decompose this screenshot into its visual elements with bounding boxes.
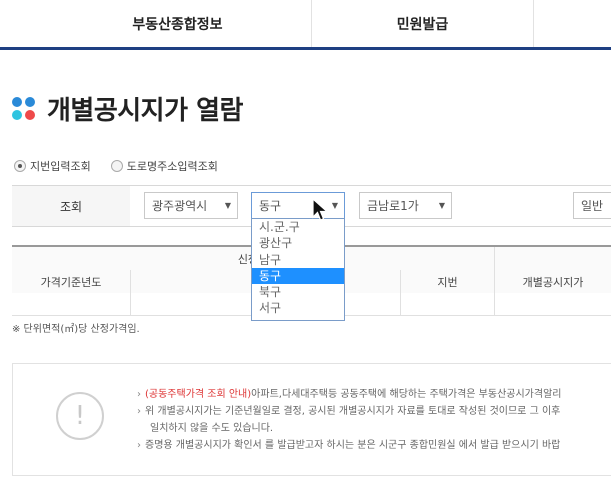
bullet-icon: › (137, 440, 141, 451)
exclamation-icon: ! (56, 392, 104, 440)
dropdown-option[interactable]: 광산구 (252, 235, 344, 251)
dong-select[interactable]: 금남로1가 ▼ (359, 192, 452, 219)
notice-box: ! › (공동주택가격 조회 안내)아파트,다세대주택등 공동주택에 해당하는 주… (12, 363, 611, 476)
table-group-header-right (494, 247, 611, 270)
table-cell (494, 293, 611, 316)
notice-line-2: 위 개별공시지가는 기준년월일로 결정, 공시된 개별공시지가 자료를 토대로 … (145, 406, 561, 417)
dropdown-option[interactable]: 북구 (252, 284, 344, 300)
col-header-lot: 지번 (400, 270, 494, 293)
unit-footnote: ※ 단위면적(㎡)당 산정가격임. (12, 324, 140, 335)
apartment-price-link[interactable]: (공동주택가격 조회 안내) (145, 389, 251, 400)
mouse-cursor-icon (312, 198, 329, 221)
dropdown-option[interactable]: 서구 (252, 300, 344, 316)
search-label: 조회 (12, 186, 130, 226)
city-select[interactable]: 광주광역시 ▼ (144, 192, 238, 219)
dropdown-option-selected[interactable]: 동구 (252, 267, 344, 285)
district-dropdown-list: 시.군.구 광산구 남구 동구 북구 서구 (251, 218, 345, 321)
land-type-select[interactable]: 일반 (573, 192, 611, 219)
table-cell (400, 293, 494, 316)
radio-lot-number[interactable] (14, 160, 26, 172)
top-navigation: 부동산종합정보 민원발급 (0, 0, 611, 50)
radio-road-address-label[interactable]: 도로명주소입력조회 (127, 158, 218, 174)
city-select-value: 광주광역시 (152, 199, 208, 213)
district-select-value: 동구 (259, 199, 282, 213)
page-title: 개별공시지가 열람 (47, 96, 243, 126)
notice-line-3: 일치하지 않을 수도 있습니다. (150, 423, 274, 434)
search-mode-radios: 지번입력조회 도로명주소입력조회 (14, 158, 238, 174)
nav-tab-real-estate-info[interactable]: 부동산종합정보 (0, 0, 312, 47)
notice-line-1: 아파트,다세대주택등 공동주택에 해당하는 주택가격은 부동산공시가격알리 (251, 389, 562, 400)
land-type-select-value: 일반 (581, 199, 604, 213)
chevron-down-icon: ▼ (438, 201, 445, 210)
radio-lot-number-label[interactable]: 지번입력조회 (30, 158, 91, 174)
chevron-down-icon: ▼ (224, 201, 231, 210)
table-cell (12, 293, 130, 316)
nav-tab-civil-issuance[interactable]: 민원발급 (312, 0, 534, 47)
radio-road-address[interactable] (110, 160, 123, 172)
bullet-icon: › (137, 406, 141, 417)
chevron-down-icon: ▼ (331, 201, 338, 210)
notice-text: › (공동주택가격 조회 안내)아파트,다세대주택등 공동주택에 해당하는 주택가… (137, 386, 611, 454)
dong-select-value: 금남로1가 (367, 199, 419, 213)
dropdown-option[interactable]: 남구 (252, 252, 344, 268)
notice-line-4: 증명용 개별공시지가 확인서 를 발급받고자 하시는 분은 시군구 종합민원실 … (145, 440, 561, 451)
title-row: 개별공시지가 열람 (12, 90, 243, 127)
title-dots-icon (12, 96, 36, 121)
district-select[interactable]: 동구 ▼ (251, 192, 345, 219)
col-header-price: 개별공시지가 (494, 270, 611, 293)
nav-tab-extra[interactable] (534, 0, 611, 47)
col-header-year: 가격기준년도 (12, 270, 130, 293)
bullet-icon: › (137, 389, 141, 400)
dropdown-option[interactable]: 시.군.구 (252, 219, 344, 235)
